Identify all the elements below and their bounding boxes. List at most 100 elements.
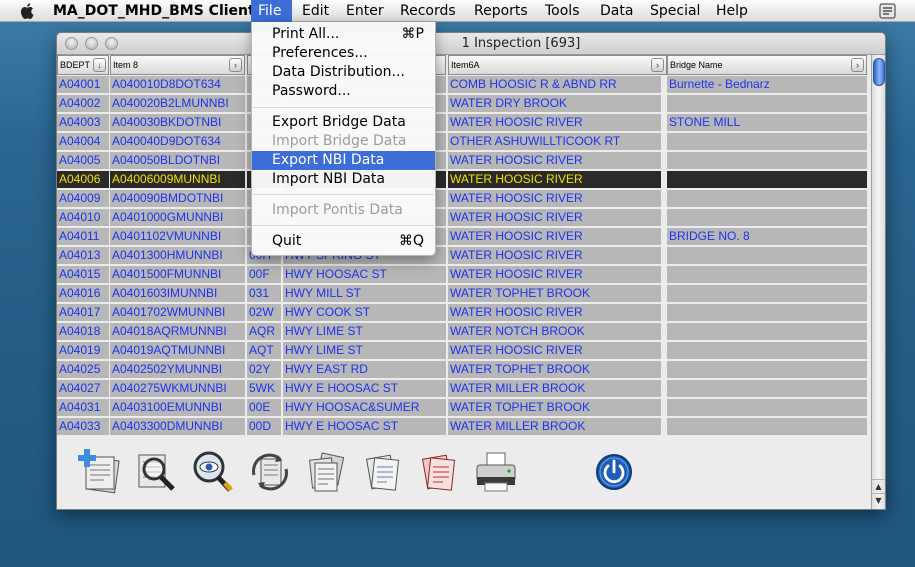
cell-item6a: WATER HOOSIC RIVER — [448, 304, 661, 321]
menu-item-export-nbi-data[interactable]: Export NBI Data — [252, 151, 435, 170]
find-icon[interactable] — [131, 447, 181, 497]
scroll-down-arrow[interactable]: ▼ — [872, 493, 885, 507]
cell-item8: A0401102VMUNNBI — [110, 228, 245, 245]
cell-code: 5WK — [247, 380, 281, 397]
sort-down-icon[interactable]: ↓ — [93, 58, 106, 72]
header-item8[interactable]: Item 8 › — [110, 55, 245, 75]
cell-bridge-name — [667, 418, 867, 435]
menu-special[interactable]: Special — [650, 0, 700, 22]
cell-bdept: A04017 — [57, 304, 109, 321]
cell-item8: A0401300HMUNNBI — [110, 247, 245, 264]
cell-code: 031 — [247, 285, 281, 302]
menu-enter[interactable]: Enter — [346, 0, 384, 22]
cell-bridge-name: BRIDGE NO. 8 — [667, 228, 867, 245]
cell-bridge-name — [667, 380, 867, 397]
menu-bar: MA_DOT_MHD_BMS Client File Edit Enter Re… — [0, 0, 915, 22]
scroll-thumb[interactable] — [873, 58, 885, 86]
documents-icon[interactable] — [301, 447, 351, 497]
menu-item-label: Export NBI Data — [272, 152, 385, 168]
power-icon[interactable] — [589, 447, 639, 497]
table-row[interactable]: A04016 A0401603IMUNNBI 031 HWY MILL ST WATER… — [57, 284, 871, 303]
scroll-up-arrow[interactable]: ▲ — [872, 479, 885, 493]
cell-code: 00E — [247, 399, 281, 416]
menu-edit[interactable]: Edit — [302, 0, 329, 22]
cell-item8: A040050BLDOTNBI — [110, 152, 245, 169]
cell-code: AQT — [247, 342, 281, 359]
table-row[interactable]: A04015 A0401500FMUNNBI 00F HWY HOOSAC ST WAT… — [57, 265, 871, 284]
cell-code: 02W — [247, 304, 281, 321]
menu-item-preferences[interactable]: Preferences... — [252, 44, 435, 63]
menu-item-label: Export Bridge Data — [272, 114, 406, 130]
cell-item6a: WATER HOOSIC RIVER — [448, 171, 661, 188]
table-row[interactable]: A04004 A040040D9DOT634 OTHER ASHUWILLTICOO… — [57, 132, 871, 151]
app-name-menu[interactable]: MA_DOT_MHD_BMS Client — [53, 0, 255, 22]
header-item6a[interactable]: Item6A › — [448, 55, 667, 75]
file-menu-dropdown: Print All... ⌘P Preferences... Data Dist… — [251, 22, 436, 256]
cell-route: HWY EAST RD — [283, 361, 446, 378]
menu-reports[interactable]: Reports — [474, 0, 528, 22]
menu-item-export-bridge-data[interactable]: Export Bridge Data — [252, 113, 435, 132]
cell-bdept: A04031 — [57, 399, 109, 416]
menu-help[interactable]: Help — [716, 0, 748, 22]
print-icon[interactable] — [471, 447, 521, 497]
menu-item-label: Quit — [272, 233, 302, 249]
table-row[interactable]: A04031 A0403100EMUNNBI 00E HWY HOOSAC&SUMER… — [57, 398, 871, 417]
table-row[interactable]: A04010 A0401000GMUNNBI WATER HOOSIC RIVER — [57, 208, 871, 227]
table-row[interactable]: A04011 A0401102VMUNNBI WATER HOOSIC RIVER B… — [57, 227, 871, 246]
cell-route: HWY MILL ST — [283, 285, 446, 302]
cell-item6a: COMB HOOSIC R & ABND RR — [448, 76, 661, 93]
table-row[interactable]: A04005 A040050BLDOTNBI WATER HOOSIC RIVER — [57, 151, 871, 170]
apple-icon[interactable] — [20, 3, 34, 19]
table-row[interactable]: A04002 A040020B2LMUNNBI WATER DRY BROOK — [57, 94, 871, 113]
sort-chevron-icon[interactable]: › — [651, 58, 664, 72]
cell-item8: A040030BKDOTNBI — [110, 114, 245, 131]
table-row[interactable]: A04003 A040030BKDOTNBI WATER HOOSIC RIVER S… — [57, 113, 871, 132]
cell-route: HWY COOK ST — [283, 304, 446, 321]
table-row[interactable]: A04033 A0403300DMUNNBI 00D HWY E HOOSAC ST W… — [57, 417, 871, 436]
menu-tools[interactable]: Tools — [545, 0, 580, 22]
cell-route: HWY LIME ST — [283, 323, 446, 340]
menu-item-print-all[interactable]: Print All... ⌘P — [252, 25, 435, 44]
menu-item-data-distribution[interactable]: Data Distribution... — [252, 63, 435, 82]
cell-item6a: WATER HOOSIC RIVER — [448, 266, 661, 283]
cell-item6a: WATER HOOSIC RIVER — [448, 228, 661, 245]
cell-bridge-name: Burnette - Bednarz — [667, 76, 867, 93]
cell-bdept: A04013 — [57, 247, 109, 264]
cell-item8: A0403300DMUNNBI — [110, 418, 245, 435]
table-row[interactable]: A04017 A0401702WMUNNBI 02W HWY COOK ST WATER… — [57, 303, 871, 322]
table-row[interactable]: A04013A0401300HMUNNBI00HHWY SPRING STWAT… — [57, 246, 871, 265]
sort-chevron-icon[interactable]: › — [851, 58, 864, 72]
cell-bdept: A04025 — [57, 361, 109, 378]
header-bridge-name[interactable]: Bridge Name › — [667, 55, 867, 75]
report-red-icon[interactable] — [413, 447, 463, 497]
add-record-icon[interactable] — [75, 447, 125, 497]
table-row[interactable]: A04018 A04018AQRMUNNBI AQR HWY LIME ST WATER… — [57, 322, 871, 341]
menu-separator — [253, 225, 434, 226]
table-row[interactable]: A04009 A040090BMDOTNBI WATER HOOSIC RIVER — [57, 189, 871, 208]
table-row[interactable]: A04025 A0402502YMUNNBI 02Y HWY EAST RD WATER… — [57, 360, 871, 379]
menu-item-password[interactable]: Password... — [252, 82, 435, 101]
menu-item-label: Data Distribution... — [272, 64, 405, 80]
table-row[interactable]: A04006 A04006009MUNNBI WATER HOOSIC RIVER — [57, 170, 871, 189]
cell-bdept: A04010 — [57, 209, 109, 226]
cell-bridge-name — [667, 209, 867, 226]
report-icon[interactable] — [357, 447, 407, 497]
refresh-icon[interactable] — [245, 447, 295, 497]
cell-bridge-name — [667, 304, 867, 321]
cell-item6a: OTHER ASHUWILLTICOOK RT — [448, 133, 661, 150]
table-row[interactable]: A04027 A040275WKMUNNBI 5WK HWY E HOOSAC ST W… — [57, 379, 871, 398]
menu-data[interactable]: Data — [600, 0, 633, 22]
vertical-scrollbar[interactable]: ▲ ▼ — [871, 55, 885, 509]
table-row[interactable]: A04001 A040010D8DOT634 COMB HOOSIC R & ABN… — [57, 75, 871, 94]
sort-chevron-icon[interactable]: › — [229, 58, 242, 72]
cell-bdept: A04016 — [57, 285, 109, 302]
table-row[interactable]: A04019 A04019AQTMUNNBI AQT HWY LIME ST WATER… — [57, 341, 871, 360]
menu-item-import-nbi-data[interactable]: Import NBI Data — [252, 170, 435, 189]
bridge-table: BDEPT ↓ Item 8 › Item6A › Bridge Name › … — [57, 55, 871, 439]
script-menu-icon[interactable] — [879, 3, 897, 19]
menu-file[interactable]: File — [251, 0, 292, 22]
view-icon[interactable] — [187, 447, 237, 497]
header-bdept[interactable]: BDEPT ↓ — [57, 55, 109, 75]
menu-records[interactable]: Records — [400, 0, 456, 22]
menu-item-quit[interactable]: Quit ⌘Q — [252, 232, 435, 251]
